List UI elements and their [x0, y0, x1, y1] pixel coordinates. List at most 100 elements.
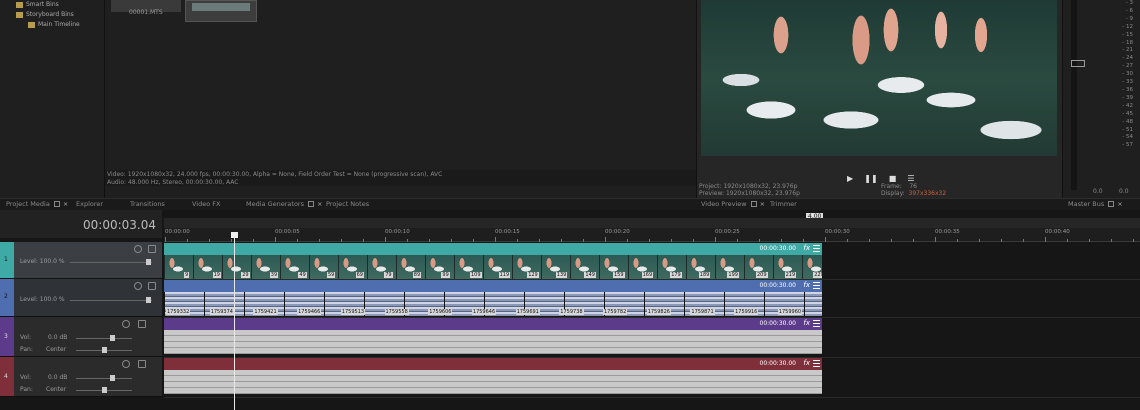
timeline-ruler[interactable]: 00:00:00 00:00:05 00:00:10 00:00:15 00:00:20… [164, 228, 1140, 242]
clip-menu-icon[interactable] [813, 320, 820, 327]
meter-scale-label: - 27 [1122, 63, 1133, 70]
fx-icon[interactable]: fx [803, 244, 810, 252]
tab-project-media[interactable]: Project Media × [6, 200, 68, 209]
frame-number-tag: 1759332 [166, 309, 191, 315]
frame-number-tag: 229 [813, 272, 822, 278]
ruler-tick [561, 239, 562, 242]
tab-master-bus[interactable]: Master Bus × [1068, 200, 1123, 209]
menu-icon[interactable]: ☰ [907, 174, 914, 183]
ruler-label: 00:00:15 [495, 229, 520, 235]
undock-icon[interactable] [750, 201, 757, 207]
audio-clip-track-4[interactable]: 00:00:30.00 fx [164, 358, 822, 396]
ruler-label: 00:00:05 [275, 229, 300, 235]
solo-icon[interactable] [138, 320, 146, 328]
pan-slider-knob[interactable] [102, 347, 107, 353]
transport-controls: ▶ ❚❚ ■ ☰ [847, 166, 921, 183]
media-info-bar: Video: 1920x1080x32, 24.000 fps, 00:00:3… [105, 170, 696, 186]
level-slider[interactable] [70, 300, 152, 301]
marker-bar[interactable] [164, 218, 1140, 228]
tree-item-smart-bins[interactable]: Smart Bins [16, 1, 59, 9]
pan-slider-knob[interactable] [102, 387, 107, 393]
lane-divider [164, 397, 1140, 398]
close-icon[interactable]: × [317, 200, 322, 208]
media-thumb-2[interactable] [185, 0, 257, 22]
close-icon[interactable]: × [760, 200, 765, 208]
mute-icon[interactable] [134, 282, 142, 290]
clip-menu-icon[interactable] [813, 282, 820, 289]
fx-icon[interactable]: fx [803, 359, 810, 367]
explorer-panel: Smart Bins Storyboard Bins Main Timeline [0, 0, 104, 198]
play-icon[interactable]: ▶ [847, 174, 853, 183]
ruler-tick [1045, 237, 1046, 242]
frame-number-tag: 1759558 [384, 309, 409, 315]
close-icon[interactable]: × [1117, 200, 1122, 208]
pan-value: Center [46, 386, 67, 393]
volume-slider[interactable] [76, 378, 132, 379]
ruler-tick [539, 239, 540, 242]
tab-explorer[interactable]: Explorer [76, 200, 103, 209]
mute-icon[interactable] [122, 360, 130, 368]
audio-clip-track-3[interactable]: 00:00:30.00 fx [164, 318, 822, 356]
stop-icon[interactable]: ■ [889, 174, 897, 183]
clip-menu-icon[interactable] [813, 360, 820, 367]
ruler-label: 00:00:20 [605, 229, 630, 235]
close-icon[interactable]: × [63, 200, 68, 208]
video-clip-track-1[interactable]: 00:00:30.00 fx 9 19 29 39 49 59 69 79 89 99 109 119… [164, 243, 822, 279]
undock-icon[interactable] [1108, 201, 1115, 207]
tree-item-main-timeline[interactable]: Main Timeline [28, 21, 80, 29]
level-slider-knob[interactable] [146, 297, 151, 303]
meter-link-icon[interactable] [1071, 60, 1085, 67]
playhead[interactable] [234, 234, 235, 410]
master-meter-scale: - 3- 6- 9- 12- 15- 18- 21- 24- 27- 30- 3… [1103, 0, 1133, 150]
video-clip-track-2[interactable]: 00:00:30.00 fx 1759332 1759374 1759421 1759… [164, 280, 822, 316]
ruler-tick [803, 239, 804, 242]
frame-number-tag: 1759691 [515, 309, 540, 315]
tab-video-fx[interactable]: Video FX [192, 200, 220, 209]
volume-slider[interactable] [76, 338, 132, 339]
fx-icon[interactable]: fx [803, 281, 810, 289]
track-header-audio-4[interactable]: 4 Vol: 0.0 dB Pan: Center [0, 357, 162, 397]
frame-number-tag: 39 [269, 272, 279, 278]
solo-icon[interactable] [138, 360, 146, 368]
preview-display-row: Display: 397x336x32 [881, 190, 947, 197]
frame-number-tag: 1759646 [471, 309, 497, 315]
solo-icon[interactable] [148, 245, 156, 253]
fx-icon[interactable]: fx [803, 319, 810, 327]
track-header-audio-3[interactable]: 3 Vol: 0.0 dB Pan: Center [0, 317, 162, 357]
mute-icon[interactable] [122, 320, 130, 328]
undock-icon[interactable] [307, 201, 314, 207]
clip-menu-icon[interactable] [813, 245, 820, 252]
ruler-tick [209, 239, 210, 242]
volume-slider-knob[interactable] [110, 375, 115, 381]
tab-trimmer[interactable]: Trimmer [770, 200, 797, 209]
track-header-video-1[interactable]: 1 Level: 100.0 % [0, 242, 162, 279]
ruler-tick [187, 239, 188, 242]
pause-icon[interactable]: ❚❚ [864, 174, 877, 183]
undock-icon[interactable] [53, 201, 60, 207]
ruler-tick [165, 237, 166, 242]
level-slider[interactable] [70, 262, 152, 263]
frame-number-tag: 49 [298, 272, 307, 278]
volume-slider-knob[interactable] [110, 335, 115, 341]
level-slider-knob[interactable] [146, 259, 151, 265]
ruler-label: 00:00:10 [385, 229, 410, 235]
playhead-handle[interactable] [231, 232, 238, 238]
tree-item-storyboard-bins[interactable]: Storyboard Bins [16, 11, 74, 19]
tab-project-notes[interactable]: Project Notes [326, 200, 369, 209]
tab-media-generators[interactable]: Media Generators × [246, 200, 322, 209]
track-header-video-2[interactable]: 2 Level: 100.0 % [0, 279, 162, 317]
tab-transitions[interactable]: Transitions [130, 200, 165, 209]
master-right-value: 0.0 [1119, 188, 1129, 195]
ruler-tick [957, 239, 958, 242]
clip-thumbnails: 1759332 1759374 1759421 1759466 1759513 17595… [164, 292, 822, 316]
meter-scale-label: - 57 [1122, 142, 1133, 149]
master-left-value: 0.0 [1093, 188, 1103, 195]
docking-tab-bar: Project Media × Explorer Transitions Vide… [0, 198, 1140, 210]
solo-icon[interactable] [148, 282, 156, 290]
mute-icon[interactable] [134, 245, 142, 253]
meter-scale-label: - 54 [1122, 134, 1133, 141]
tab-video-preview[interactable]: Video Preview × [701, 200, 765, 209]
track-number: 3 [4, 333, 8, 340]
frame-number-tag: 1759916 [734, 309, 759, 315]
frame-number-tag: 1759513 [340, 309, 366, 315]
